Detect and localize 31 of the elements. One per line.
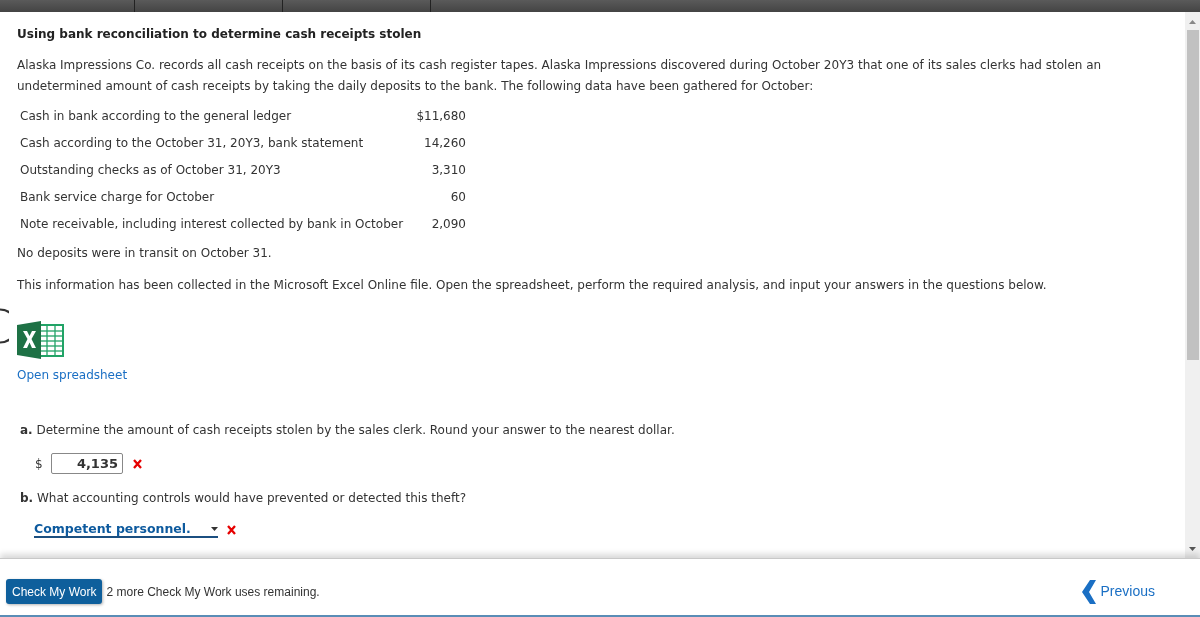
question-title: Using bank reconciliation to determine cash receipts stolen <box>17 26 423 43</box>
table-cell-text: Cash according to the October 31, 20Y3, bank statement <box>20 135 365 152</box>
ring-icon <box>0 308 9 344</box>
table-cell-text: 60 <box>449 189 466 206</box>
answer-field[interactable]: 4,135 <box>51 453 123 474</box>
table-cell-text: 14,260 <box>423 135 466 152</box>
previous-button[interactable]: Previous <box>1081 579 1155 604</box>
scrollbar-thumb[interactable] <box>1186 30 1199 360</box>
caret-icon <box>211 526 218 531</box>
spreadsheet-link[interactable]: Open spreadsheet <box>17 366 128 384</box>
table-cell-text: Note receivable, including interest collected by bank in October <box>20 216 403 233</box>
table-cell-text: Outstanding checks as of October 31, 20Y3 <box>20 162 282 179</box>
scrollbar-track[interactable] <box>1185 12 1200 558</box>
note-text: No deposits were in transit on October 31. <box>17 245 273 262</box>
question-prompt: b. What accounting controls would have prevented or detected this theft? <box>19 490 467 507</box>
table-cell-text: $11,680 <box>415 108 466 125</box>
scroll-up-icon[interactable] <box>1189 20 1196 24</box>
scroll-down-icon[interactable] <box>1189 547 1196 551</box>
table-cell-text: 3,310 <box>430 162 466 179</box>
spreadsheet-icon[interactable] <box>17 321 64 359</box>
instructions-text: This information has been collected in the Microsoft Excel Online file. Open the spreadsheet, perform the required analysis, and input your answers in the questions below. <box>17 277 1048 294</box>
table-cell-text: Cash in bank according to the general ledger <box>20 108 293 125</box>
currency-symbol: $ <box>35 455 44 473</box>
table-cell-text: 2,090 <box>430 216 466 233</box>
remaining-attempts-text: 2 more Check My Work uses remaining. <box>106 583 320 601</box>
intro-paragraph: Alaska Impressions Co. records all cash receipts on the basis of its cash register tapes. Alaska Impressions discovered during October 20Y3 that one of its sales clerks had stolen an undetermined amount of cash receipts by taking the daily deposits to the bank. The following data have been gathered for October: <box>17 57 1103 95</box>
check-my-work-button[interactable]: Check My Work <box>6 579 103 604</box>
question-prompt: a. Determine the amount of cash receipts stolen by the sales clerk. Round your answer to the nearest dollar. <box>19 422 676 439</box>
table-cell-text: Bank service charge for October <box>20 189 216 206</box>
answer-dropdown[interactable]: Competent personnel. <box>34 521 218 538</box>
chevron-left-icon <box>1081 579 1096 604</box>
